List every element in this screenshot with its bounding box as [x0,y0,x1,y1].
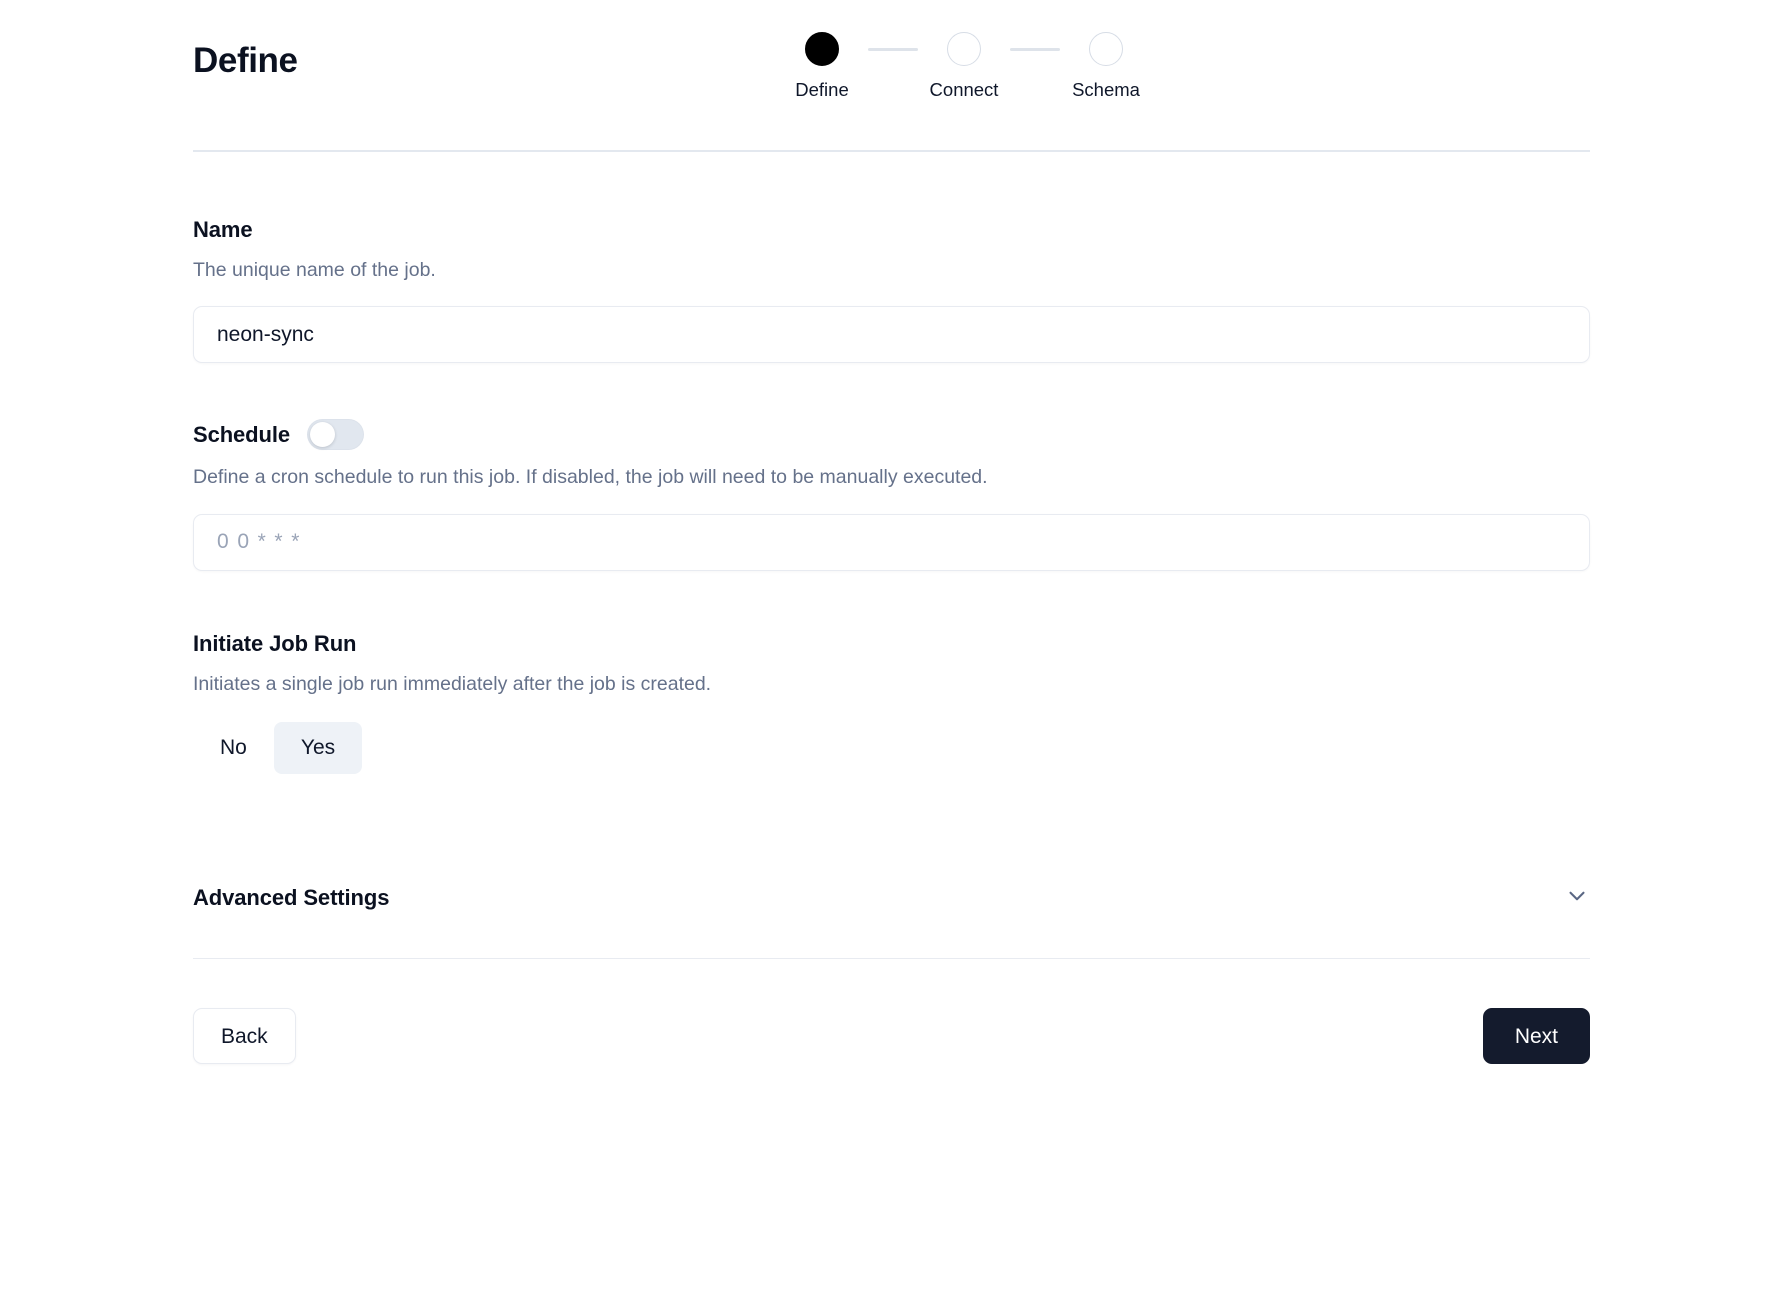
chevron-down-icon [1564,883,1590,914]
initiate-job-run-segmented-control: No Yes [193,722,1590,774]
name-input[interactable] [193,306,1590,364]
schedule-toggle-knob [310,422,336,448]
step-dot-schema [1089,32,1123,66]
page-header: Define Define Connect Schema [193,0,1590,150]
initiate-job-run-option-yes[interactable]: Yes [273,722,363,774]
define-form: Name The unique name of the job. Schedul… [193,152,1590,1065]
step-dot-connect [947,32,981,66]
stepper-step-define[interactable]: Define [776,32,868,100]
back-button[interactable]: Back [193,1008,296,1065]
step-label-connect: Connect [929,79,999,100]
field-name: Name The unique name of the job. [193,217,1590,364]
footer-divider [193,957,1590,960]
page-title: Define [193,41,298,80]
stepper-connector-2 [1010,48,1060,51]
initiate-job-run-label: Initiate Job Run [193,630,357,656]
schedule-label: Schedule [193,421,291,447]
next-button[interactable]: Next [1482,1008,1590,1065]
name-description: The unique name of the job. [193,258,436,281]
define-job-page: Define Define Connect Schema Name The un… [0,0,1774,1294]
schedule-toggle[interactable] [307,419,365,451]
initiate-job-run-description: Initiates a single job run immediately a… [193,673,712,696]
step-label-schema: Schema [1072,79,1140,100]
advanced-settings-title: Advanced Settings [193,885,390,911]
step-dot-define [805,32,839,66]
schedule-label-row: Schedule [193,419,1590,451]
name-label: Name [193,216,253,242]
schedule-description: Define a cron schedule to run this job. … [193,466,988,489]
wizard-footer: Back Next [193,1008,1590,1065]
wizard-stepper: Define Connect Schema [776,32,1152,100]
field-schedule: Schedule Define a cron schedule to run t… [193,419,1590,571]
stepper-step-schema[interactable]: Schema [1060,32,1152,100]
initiate-job-run-option-no[interactable]: No [193,722,274,773]
stepper-connector-1 [868,48,918,51]
stepper-step-connect[interactable]: Connect [918,32,1010,100]
cron-schedule-input[interactable] [193,513,1590,571]
page-content: Define Define Connect Schema Name The un… [193,0,1590,1065]
step-label-define: Define [795,79,849,100]
advanced-settings-toggle[interactable]: Advanced Settings [193,883,1590,914]
field-initiate-job-run: Initiate Job Run Initiates a single job … [193,631,1590,774]
